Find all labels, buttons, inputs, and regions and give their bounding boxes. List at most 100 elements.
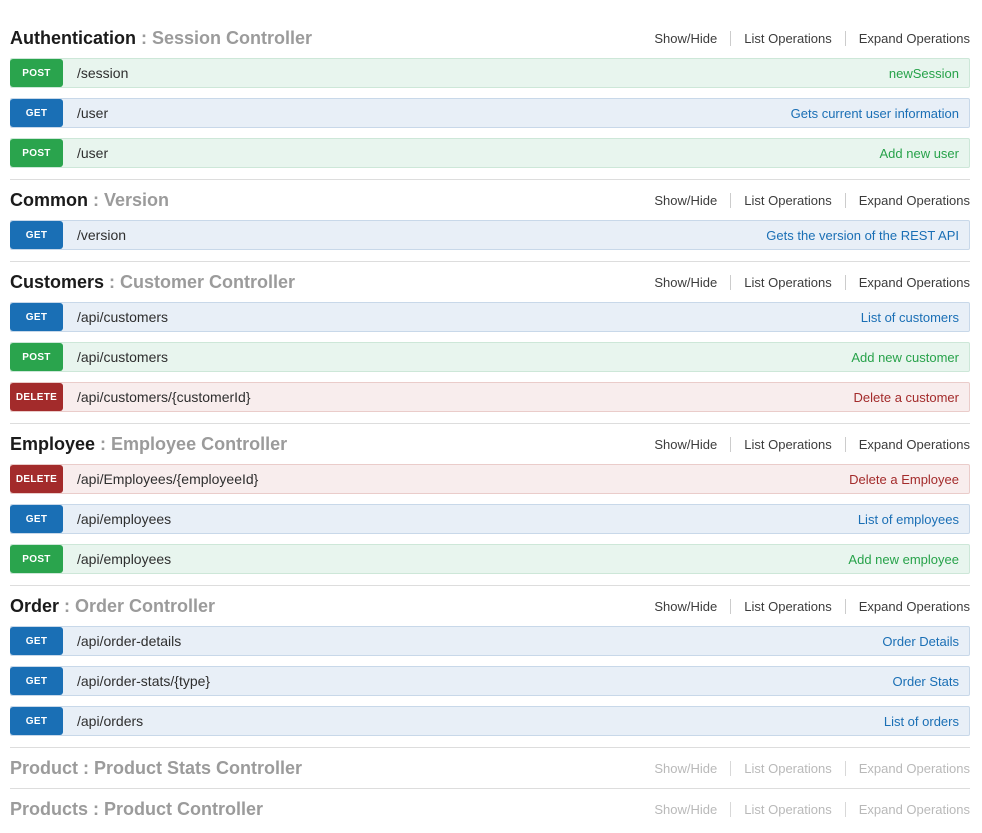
operation-row[interactable]: GET /api/employees List of employees <box>10 504 970 534</box>
heading-colon: : <box>93 190 99 210</box>
section-name-link[interactable]: Common <box>10 190 88 210</box>
operation-row[interactable]: POST /session newSession <box>10 58 970 88</box>
heading-colon: : <box>93 799 99 819</box>
operation-row[interactable]: POST /api/employees Add new employee <box>10 544 970 574</box>
section-heading: Common:Version Show/Hide List Operations… <box>10 188 970 212</box>
section-controller-label: Customer Controller <box>120 272 295 292</box>
list-operations-link[interactable]: List Operations <box>744 761 831 776</box>
http-method-badge: GET <box>10 221 63 249</box>
expand-operations-link[interactable]: Expand Operations <box>859 761 970 776</box>
link-divider <box>845 437 846 452</box>
list-operations-link[interactable]: List Operations <box>744 437 831 452</box>
expand-operations-link[interactable]: Expand Operations <box>859 193 970 208</box>
section-heading: Employee:Employee Controller Show/Hide L… <box>10 432 970 456</box>
expand-operations-link[interactable]: Expand Operations <box>859 437 970 452</box>
section-common: Common:Version Show/Hide List Operations… <box>10 179 970 261</box>
operation-description-link[interactable]: newSession <box>889 66 959 81</box>
show-hide-link[interactable]: Show/Hide <box>654 437 717 452</box>
operation-path-link[interactable]: /api/order-details <box>77 633 181 649</box>
operation-path-link[interactable]: /api/customers/{customerId} <box>77 389 251 405</box>
section-header-links: Show/Hide List Operations Expand Operati… <box>654 437 970 452</box>
link-divider <box>730 437 731 452</box>
operation-row[interactable]: GET /version Gets the version of the RES… <box>10 220 970 250</box>
api-docs-page: Authentication:Session Controller Show/H… <box>0 0 982 821</box>
section-name-link[interactable]: Employee <box>10 434 95 454</box>
section-name-link[interactable]: Order <box>10 596 59 616</box>
operation-description-link[interactable]: List of orders <box>884 714 959 729</box>
show-hide-link[interactable]: Show/Hide <box>654 802 717 817</box>
operation-description-link[interactable]: Order Stats <box>893 674 959 689</box>
section-header-links: Show/Hide List Operations Expand Operati… <box>654 761 970 776</box>
show-hide-link[interactable]: Show/Hide <box>654 193 717 208</box>
section-controller-label: Session Controller <box>152 28 312 48</box>
section-title: Product:Product Stats Controller <box>10 756 302 780</box>
operation-path-link[interactable]: /session <box>77 65 128 81</box>
http-method-badge: POST <box>10 59 63 87</box>
http-method-badge: POST <box>10 139 63 167</box>
operation-description-link[interactable]: Gets the version of the REST API <box>766 228 959 243</box>
link-divider <box>845 599 846 614</box>
operation-row[interactable]: GET /api/orders List of orders <box>10 706 970 736</box>
section-name-link[interactable]: Product <box>10 758 78 778</box>
show-hide-link[interactable]: Show/Hide <box>654 599 717 614</box>
operation-description-link[interactable]: Delete a customer <box>854 390 960 405</box>
list-operations-link[interactable]: List Operations <box>744 193 831 208</box>
show-hide-link[interactable]: Show/Hide <box>654 31 717 46</box>
http-method-badge: GET <box>10 667 63 695</box>
operation-row[interactable]: GET /api/order-stats/{type} Order Stats <box>10 666 970 696</box>
list-operations-link[interactable]: List Operations <box>744 802 831 817</box>
operation-path-link[interactable]: /version <box>77 227 126 243</box>
expand-operations-link[interactable]: Expand Operations <box>859 599 970 614</box>
operation-path-link[interactable]: /user <box>77 145 108 161</box>
operation-row[interactable]: DELETE /api/customers/{customerId} Delet… <box>10 382 970 412</box>
list-operations-link[interactable]: List Operations <box>744 275 831 290</box>
expand-operations-link[interactable]: Expand Operations <box>859 31 970 46</box>
section-title: Customers:Customer Controller <box>10 270 295 294</box>
operation-path-link[interactable]: /api/order-stats/{type} <box>77 673 210 689</box>
operation-description-link[interactable]: Add new employee <box>848 552 959 567</box>
operation-row[interactable]: POST /api/customers Add new customer <box>10 342 970 372</box>
operation-row[interactable]: GET /api/customers List of customers <box>10 302 970 332</box>
operation-path-link[interactable]: /api/customers <box>77 349 168 365</box>
operation-path-link[interactable]: /user <box>77 105 108 121</box>
operation-description-link[interactable]: Add new customer <box>851 350 959 365</box>
link-divider <box>730 599 731 614</box>
expand-operations-link[interactable]: Expand Operations <box>859 275 970 290</box>
link-divider <box>845 193 846 208</box>
operation-row[interactable]: GET /api/order-details Order Details <box>10 626 970 656</box>
show-hide-link[interactable]: Show/Hide <box>654 761 717 776</box>
heading-colon: : <box>83 758 89 778</box>
section-name-link[interactable]: Products <box>10 799 88 819</box>
section-controller-label: Product Stats Controller <box>94 758 302 778</box>
http-method-badge: GET <box>10 627 63 655</box>
operation-path-link[interactable]: /api/customers <box>77 309 168 325</box>
section-title: Authentication:Session Controller <box>10 26 312 50</box>
operation-path-link[interactable]: /api/Employees/{employeeId} <box>77 471 258 487</box>
heading-colon: : <box>141 28 147 48</box>
operation-row[interactable]: GET /user Gets current user information <box>10 98 970 128</box>
operation-row[interactable]: DELETE /api/Employees/{employeeId} Delet… <box>10 464 970 494</box>
link-divider <box>845 802 846 817</box>
operation-description-link[interactable]: Order Details <box>882 634 959 649</box>
section-title: Employee:Employee Controller <box>10 432 287 456</box>
http-method-badge: DELETE <box>10 465 63 493</box>
link-divider <box>845 761 846 776</box>
expand-operations-link[interactable]: Expand Operations <box>859 802 970 817</box>
section-products: Products:Product Controller Show/Hide Li… <box>10 788 970 821</box>
operation-path-link[interactable]: /api/employees <box>77 551 171 567</box>
operation-description-link[interactable]: List of employees <box>858 512 959 527</box>
operation-description-link[interactable]: Add new user <box>880 146 960 161</box>
http-method-badge: GET <box>10 707 63 735</box>
list-operations-link[interactable]: List Operations <box>744 599 831 614</box>
operation-row[interactable]: POST /user Add new user <box>10 138 970 168</box>
section-employee: Employee:Employee Controller Show/Hide L… <box>10 423 970 585</box>
operation-path-link[interactable]: /api/orders <box>77 713 143 729</box>
section-name-link[interactable]: Customers <box>10 272 104 292</box>
operation-path-link[interactable]: /api/employees <box>77 511 171 527</box>
operation-description-link[interactable]: Delete a Employee <box>849 472 959 487</box>
operation-description-link[interactable]: Gets current user information <box>791 106 959 121</box>
list-operations-link[interactable]: List Operations <box>744 31 831 46</box>
show-hide-link[interactable]: Show/Hide <box>654 275 717 290</box>
section-name-link[interactable]: Authentication <box>10 28 136 48</box>
operation-description-link[interactable]: List of customers <box>861 310 959 325</box>
